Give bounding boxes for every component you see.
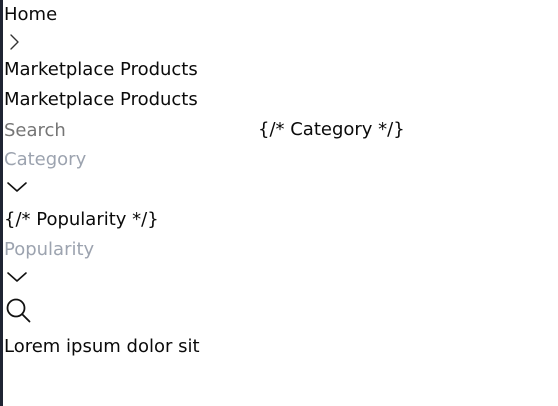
chevron-right-icon [10,34,19,50]
popularity-select-placeholder: Popularity [4,239,95,260]
page-title: Marketplace Products [4,89,198,110]
category-select-placeholder: Category [4,149,87,170]
left-border [0,0,3,406]
search-button[interactable] [4,296,32,324]
list-item[interactable]: Lorem ipsum dolor sit [4,332,200,362]
breadcrumb-home-link[interactable]: Home [4,0,57,30]
breadcrumb-current: Marketplace Products [4,59,198,80]
search-icon [6,298,31,323]
chevron-down-icon[interactable] [6,270,28,284]
search-input[interactable] [4,115,224,145]
chevron-down-icon[interactable] [6,180,28,194]
category-comment-text: {/* Category */} [258,119,405,140]
popularity-comment-text: {/* Popularity */} [4,209,159,230]
